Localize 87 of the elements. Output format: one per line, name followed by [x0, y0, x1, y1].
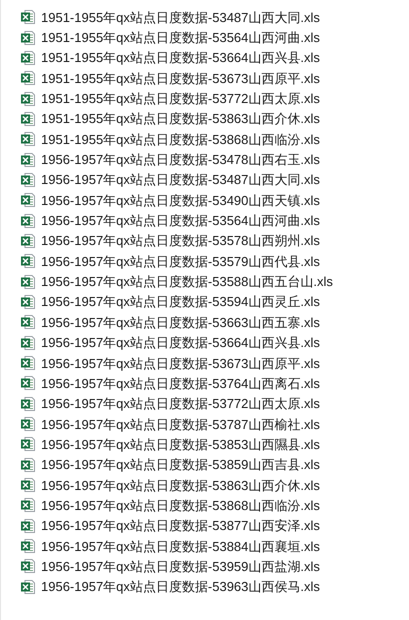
- file-name: 1956-1957年qx站点日度数据-53578山西朔州.xls: [41, 234, 320, 248]
- file-name: 1956-1957年qx站点日度数据-53963山西侯马.xls: [41, 580, 320, 594]
- spreadsheet-file-icon: [20, 131, 36, 148]
- file-item[interactable]: 1951-1955年qx站点日度数据-53772山西太原.xls: [1, 88, 409, 109]
- spreadsheet-file-icon: [20, 334, 36, 351]
- spreadsheet-file-icon: [20, 274, 36, 290]
- file-name: 1956-1957年qx站点日度数据-53863山西介休.xls: [41, 478, 320, 492]
- file-name: 1951-1955年qx站点日度数据-53664山西兴县.xls: [41, 51, 320, 64]
- file-item[interactable]: 1956-1957年qx站点日度数据-53564山西河曲.xls: [1, 210, 409, 231]
- spreadsheet-file-icon: [20, 558, 36, 574]
- file-item[interactable]: 1951-1955年qx站点日度数据-53564山西河曲.xls: [1, 27, 409, 48]
- file-name: 1951-1955年qx站点日度数据-53868山西临汾.xls: [41, 132, 320, 146]
- spreadsheet-file-icon: [20, 578, 36, 595]
- file-item[interactable]: 1956-1957年qx站点日度数据-53764山西离石.xls: [1, 373, 409, 394]
- spreadsheet-file-icon: [20, 456, 36, 473]
- file-name: 1956-1957年qx站点日度数据-53772山西太原.xls: [41, 397, 320, 410]
- spreadsheet-file-icon: [20, 477, 36, 494]
- file-item[interactable]: 1956-1957年qx站点日度数据-53884山西襄垣.xls: [1, 536, 409, 556]
- spreadsheet-file-icon: [20, 497, 36, 514]
- file-item[interactable]: 1956-1957年qx站点日度数据-53490山西天镇.xls: [1, 190, 409, 210]
- file-name: 1951-1955年qx站点日度数据-53487山西大同.xls: [41, 10, 320, 24]
- file-name: 1951-1955年qx站点日度数据-53564山西河曲.xls: [41, 31, 320, 44]
- file-name: 1956-1957年qx站点日度数据-53868山西临汾.xls: [41, 498, 320, 512]
- spreadsheet-file-icon: [20, 212, 36, 229]
- spreadsheet-file-icon: [20, 50, 36, 66]
- file-item[interactable]: 1956-1957年qx站点日度数据-53673山西原平.xls: [1, 352, 409, 374]
- spreadsheet-file-icon: [20, 518, 36, 534]
- file-name: 1956-1957年qx站点日度数据-53787山西榆社.xls: [41, 418, 320, 431]
- file-name: 1956-1957年qx站点日度数据-53859山西吉县.xls: [41, 458, 320, 472]
- file-name: 1956-1957年qx站点日度数据-53884山西襄垣.xls: [41, 540, 320, 553]
- spreadsheet-file-icon: [20, 9, 36, 26]
- file-item[interactable]: 1951-1955年qx站点日度数据-53664山西兴县.xls: [1, 48, 409, 68]
- file-name: 1956-1957年qx站点日度数据-53959山西盐湖.xls: [41, 560, 320, 573]
- spreadsheet-file-icon: [20, 375, 36, 392]
- file-name: 1956-1957年qx站点日度数据-53490山西天镇.xls: [41, 194, 320, 207]
- file-item[interactable]: 1956-1957年qx站点日度数据-53578山西朔州.xls: [1, 230, 409, 252]
- spreadsheet-file-icon: [20, 416, 36, 432]
- spreadsheet-file-icon: [20, 314, 36, 330]
- file-item[interactable]: 1956-1957年qx站点日度数据-53664山西兴县.xls: [1, 332, 409, 353]
- file-item[interactable]: 1956-1957年qx站点日度数据-53963山西侯马.xls: [1, 576, 409, 597]
- spreadsheet-file-icon: [20, 70, 36, 86]
- file-name: 1956-1957年qx站点日度数据-53478山西右玉.xls: [41, 153, 320, 166]
- file-item[interactable]: 1956-1957年qx站点日度数据-53663山西五寨.xls: [1, 312, 409, 332]
- file-name: 1956-1957年qx站点日度数据-53594山西灵丘.xls: [41, 295, 320, 308]
- file-name: 1956-1957年qx站点日度数据-53663山西五寨.xls: [41, 316, 320, 329]
- file-item[interactable]: 1956-1957年qx站点日度数据-53487山西大同.xls: [1, 170, 409, 190]
- file-name: 1956-1957年qx站点日度数据-53853山西隰县.xls: [41, 438, 320, 451]
- file-name: 1951-1955年qx站点日度数据-53863山西介休.xls: [41, 112, 320, 126]
- spreadsheet-file-icon: [20, 396, 36, 412]
- file-item[interactable]: 1956-1957年qx站点日度数据-53478山西右玉.xls: [1, 149, 409, 170]
- spreadsheet-file-icon: [20, 152, 36, 168]
- spreadsheet-file-icon: [20, 192, 36, 208]
- file-name: 1956-1957年qx站点日度数据-53764山西离石.xls: [41, 376, 320, 390]
- file-name: 1951-1955年qx站点日度数据-53673山西原平.xls: [41, 72, 320, 85]
- spreadsheet-file-icon: [20, 172, 36, 188]
- file-item[interactable]: 1956-1957年qx站点日度数据-53594山西灵丘.xls: [1, 292, 409, 312]
- spreadsheet-file-icon: [20, 355, 36, 372]
- spreadsheet-file-icon: [20, 30, 36, 46]
- spreadsheet-file-icon: [20, 90, 36, 107]
- file-item[interactable]: 1956-1957年qx站点日度数据-53772山西太原.xls: [1, 394, 409, 414]
- file-item[interactable]: 1951-1955年qx站点日度数据-53487山西大同.xls: [1, 7, 409, 28]
- file-name: 1956-1957年qx站点日度数据-53487山西大同.xls: [41, 173, 320, 186]
- file-name: 1956-1957年qx站点日度数据-53664山西兴县.xls: [41, 336, 320, 350]
- file-item[interactable]: 1956-1957年qx站点日度数据-53859山西吉县.xls: [1, 454, 409, 475]
- file-item[interactable]: 1951-1955年qx站点日度数据-53863山西介休.xls: [1, 108, 409, 130]
- file-item[interactable]: 1956-1957年qx站点日度数据-53579山西代县.xls: [1, 251, 409, 272]
- spreadsheet-file-icon: [20, 232, 36, 249]
- file-item[interactable]: 1951-1955年qx站点日度数据-53868山西临汾.xls: [1, 129, 409, 150]
- file-name: 1956-1957年qx站点日度数据-53588山西五台山.xls: [41, 275, 333, 288]
- file-item[interactable]: 1956-1957年qx站点日度数据-53877山西安泽.xls: [1, 516, 409, 536]
- file-item[interactable]: 1956-1957年qx站点日度数据-53853山西隰县.xls: [1, 434, 409, 455]
- spreadsheet-file-icon: [20, 253, 36, 270]
- file-name: 1956-1957年qx站点日度数据-53877山西安泽.xls: [41, 519, 320, 532]
- file-name: 1951-1955年qx站点日度数据-53772山西太原.xls: [41, 92, 320, 106]
- spreadsheet-file-icon: [20, 436, 36, 452]
- file-item[interactable]: 1956-1957年qx站点日度数据-53787山西榆社.xls: [1, 414, 409, 434]
- file-item[interactable]: 1956-1957年qx站点日度数据-53868山西临汾.xls: [1, 495, 409, 516]
- file-item[interactable]: 1951-1955年qx站点日度数据-53673山西原平.xls: [1, 68, 409, 88]
- spreadsheet-file-icon: [20, 538, 36, 554]
- file-name: 1956-1957年qx站点日度数据-53673山西原平.xls: [41, 356, 320, 370]
- file-name: 1956-1957年qx站点日度数据-53564山西河曲.xls: [41, 214, 320, 228]
- file-item[interactable]: 1956-1957年qx站点日度数据-53863山西介休.xls: [1, 474, 409, 496]
- spreadsheet-file-icon: [20, 294, 36, 310]
- spreadsheet-file-icon: [20, 110, 36, 127]
- file-item[interactable]: 1956-1957年qx站点日度数据-53588山西五台山.xls: [1, 271, 409, 292]
- file-name: 1956-1957年qx站点日度数据-53579山西代县.xls: [41, 254, 320, 268]
- file-item[interactable]: 1956-1957年qx站点日度数据-53959山西盐湖.xls: [1, 556, 409, 577]
